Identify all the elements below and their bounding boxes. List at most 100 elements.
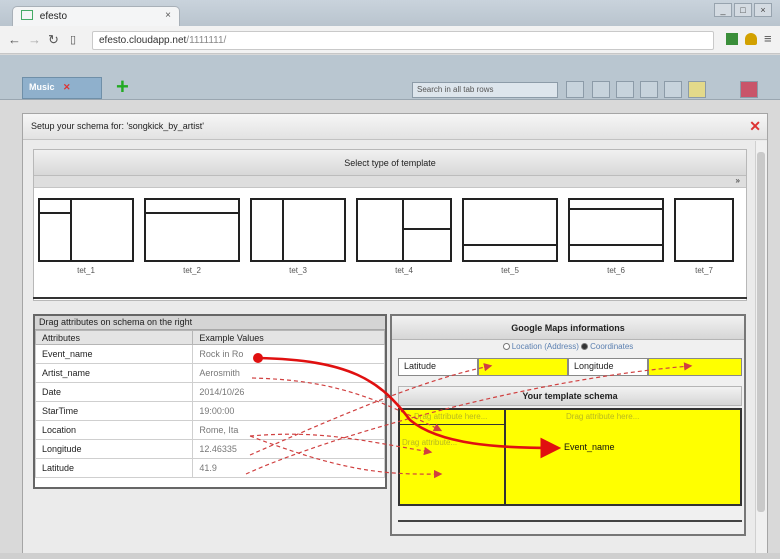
app-header: Music ✕ + Search in all tab rows (0, 55, 780, 100)
dropped-attribute[interactable]: Event_name (564, 442, 615, 452)
template-thumbnail[interactable] (356, 198, 452, 262)
attributes-table: Attributes Example Values Event_name Rock… (34, 330, 385, 478)
menu-icon[interactable]: ≡ (764, 31, 772, 46)
longitude-drop-zone[interactable] (648, 358, 742, 376)
forward-arrow-icon[interactable]: → (28, 32, 41, 47)
table-row[interactable]: Latitude 41.9 (34, 458, 385, 478)
maps-schema-panel: Google Maps informations Location (Addre… (390, 314, 746, 536)
close-window-icon[interactable]: × (754, 3, 772, 17)
radio-location[interactable] (502, 343, 510, 350)
page-icon: ▯ (70, 34, 77, 46)
search-all-input[interactable]: Search in all tab rows (412, 82, 558, 98)
tab-music-close-icon[interactable]: ✕ (63, 82, 71, 92)
attribute-example: Rome, Ita (192, 420, 385, 440)
longitude-label: Longitude (568, 358, 648, 376)
refresh-icon[interactable] (592, 81, 610, 98)
browser-tab-title: efesto (39, 11, 68, 22)
attribute-name[interactable]: StarTime (34, 401, 194, 421)
latitude-label: Latitude (398, 358, 478, 376)
attribute-example: 2014/10/26 (192, 382, 385, 402)
template-schema: Drag attribute here... Drag attribute he… (398, 408, 742, 506)
template-label: tet_2 (183, 266, 201, 275)
table-row[interactable]: Date 2014/10/26 (34, 382, 385, 402)
browser-toolbar: ← → ↻ ▯ efesto.cloudapp.net/1111111/ ≡ (0, 26, 780, 54)
drop-hint: Drag attribute... (402, 438, 458, 447)
table-row[interactable]: Longitude 12.46335 (34, 439, 385, 459)
template-option[interactable]: tet_3 (250, 198, 346, 275)
attributes-panel: Drag attributes on schema on the right A… (33, 314, 387, 489)
template-thumbnail[interactable] (462, 198, 558, 262)
back-arrow-icon[interactable]: ← (8, 32, 21, 47)
settings-icon[interactable] (616, 81, 634, 98)
address-bar[interactable]: efesto.cloudapp.net/1111111/ (92, 31, 714, 50)
template-thumbnail[interactable] (38, 198, 134, 262)
close-tab-icon[interactable]: × (165, 10, 171, 21)
tab-music-label: Music (29, 82, 55, 92)
table-row[interactable]: Event_name Rock in Ro (34, 344, 385, 364)
table-row[interactable]: Location Rome, Ita (34, 420, 385, 440)
radio-coordinates[interactable] (581, 343, 589, 350)
add-tab-icon[interactable]: + (116, 74, 129, 100)
section-divider (33, 297, 747, 299)
tab-music[interactable]: Music ✕ (22, 77, 102, 99)
template-option[interactable]: tet_4 (356, 198, 452, 275)
reload-icon[interactable]: ↻ (48, 32, 59, 48)
dialog-close-icon[interactable]: ✕ (749, 118, 761, 135)
maximize-icon[interactable]: □ (734, 3, 752, 17)
map-icon[interactable] (640, 81, 658, 98)
coordinates-row: Latitude Longitude (398, 358, 742, 376)
template-label: tet_3 (289, 266, 307, 275)
schema-dialog: Setup your schema for: 'songkick_by_arti… (22, 113, 768, 555)
table-row[interactable]: Artist_name Aerosmith (34, 363, 385, 383)
latitude-drop-zone[interactable] (478, 358, 568, 376)
folder-icon[interactable] (688, 81, 706, 98)
template-option[interactable]: tet_5 (462, 198, 558, 275)
attribute-example: Rock in Ro (192, 344, 385, 364)
template-thumbnail[interactable] (674, 198, 734, 262)
page-favicon-icon (21, 10, 33, 20)
url-path: /1111111/ (186, 35, 227, 46)
radio-location-label: Location (Address) (511, 342, 579, 351)
panel-divider (398, 520, 742, 522)
template-option[interactable]: tet_2 (144, 198, 240, 275)
template-label: tet_5 (501, 266, 519, 275)
template-option[interactable]: tet_7 (674, 198, 770, 275)
attribute-name[interactable]: Longitude (34, 439, 194, 459)
attribute-name[interactable]: Artist_name (34, 363, 194, 383)
attribute-example: 41.9 (192, 458, 385, 478)
search-icon[interactable] (566, 81, 584, 98)
template-label: tet_6 (607, 266, 625, 275)
dialog-title: Setup your schema for: 'songkick_by_arti… (23, 114, 767, 140)
attributes-header-row: Attributes Example Values (34, 330, 385, 345)
template-selector: Select type of template » tet_1 tet_2 te… (33, 149, 747, 301)
template-thumbnail[interactable] (144, 198, 240, 262)
extension-icon[interactable] (726, 33, 738, 45)
template-scroll-bar[interactable]: » (34, 176, 746, 188)
drop-hint: Drag attribute here... (566, 412, 640, 421)
power-icon[interactable] (740, 81, 758, 98)
maps-header: Google Maps informations (392, 316, 744, 340)
template-thumbnail[interactable] (250, 198, 346, 262)
attribute-example: Aerosmith (192, 363, 385, 383)
dialog-title-text: Setup your schema for: 'songkick_by_arti… (31, 121, 205, 131)
radio-coordinates-label: Coordinates (590, 342, 634, 351)
browser-titlebar: efesto × _ □ × (0, 0, 780, 27)
template-thumbnail[interactable] (568, 198, 664, 262)
notification-bell-icon[interactable] (745, 33, 757, 45)
attribute-name[interactable]: Event_name (34, 344, 194, 364)
template-header: Select type of template (34, 150, 746, 176)
attribute-name[interactable]: Date (34, 382, 194, 402)
window-controls: _ □ × (714, 3, 772, 17)
table-row[interactable]: StarTime 19:00:00 (34, 401, 385, 421)
column-header: Attributes (34, 330, 194, 345)
attribute-name[interactable]: Location (34, 420, 194, 440)
attribute-example: 12.46335 (192, 439, 385, 459)
attribute-name[interactable]: Latitude (34, 458, 194, 478)
template-option[interactable]: tet_6 (568, 198, 664, 275)
template-option[interactable]: tet_1 (38, 198, 134, 275)
browser-tab[interactable]: efesto × (12, 6, 180, 27)
minimize-icon[interactable]: _ (714, 3, 732, 17)
attribute-example: 19:00:00 (192, 401, 385, 421)
save-icon[interactable] (664, 81, 682, 98)
template-label: tet_7 (695, 266, 713, 275)
